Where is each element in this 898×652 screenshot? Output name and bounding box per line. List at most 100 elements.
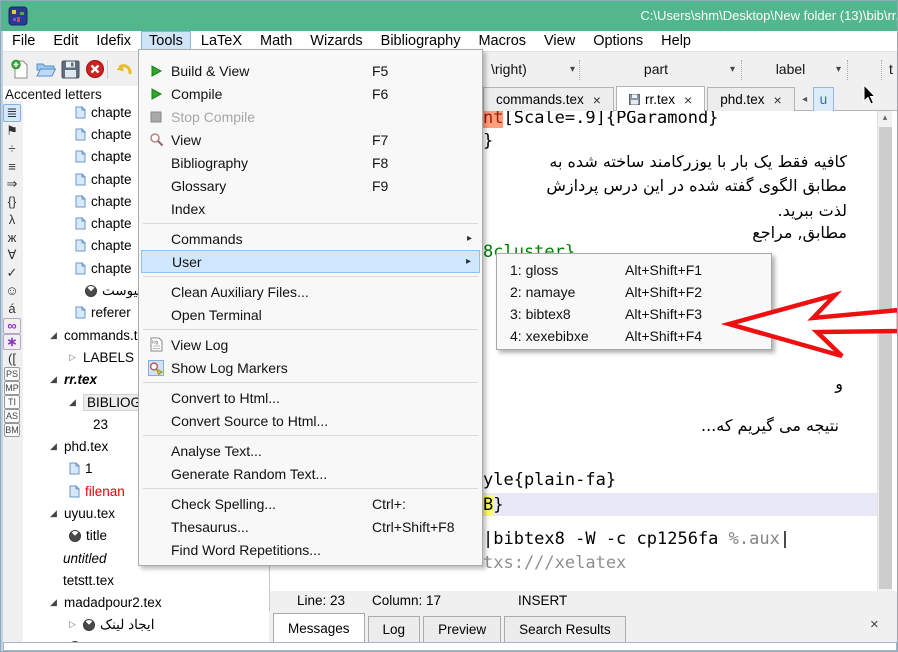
expanded-arrow-icon[interactable]: ◢ xyxy=(69,397,83,408)
menu-options[interactable]: Options xyxy=(585,31,651,51)
output-tab-log[interactable]: Log xyxy=(368,616,421,642)
panel-tab-math-operators-icon[interactable]: ÷ xyxy=(3,140,21,158)
panel-tab-misc-math-icon[interactable]: ∀ xyxy=(3,246,21,264)
save-file-button[interactable] xyxy=(59,58,81,80)
file-icon xyxy=(75,306,86,319)
tree-item-tetstt-tex[interactable]: tetstt.tex xyxy=(23,569,269,591)
scrollbar-thumb[interactable] xyxy=(879,127,892,589)
expanded-arrow-icon[interactable]: ◢ xyxy=(50,374,64,385)
menu-item-check-spelling[interactable]: Check Spelling...Ctrl+: xyxy=(141,492,480,515)
tab-close-icon[interactable]: × xyxy=(684,92,692,108)
menu-bibliography[interactable]: Bibliography xyxy=(373,31,469,51)
submenu-item-2-namaye[interactable]: 2: namayeAlt+Shift+F2 xyxy=(497,281,771,303)
panel-close-icon[interactable]: × xyxy=(870,616,879,633)
combo-right[interactable]: \right)▾ xyxy=(487,57,579,81)
menu-view[interactable]: View xyxy=(536,31,583,51)
menu-item-convert-source-to-html[interactable]: Convert Source to Html... xyxy=(141,409,480,432)
tree-item-item[interactable]: ▷ایجاد لینک xyxy=(23,614,269,636)
tab-rr-tex[interactable]: rr.tex× xyxy=(616,86,705,112)
menu-item-bibliography[interactable]: BibliographyF8 xyxy=(141,151,480,174)
menu-separator xyxy=(143,435,478,436)
output-tab-preview[interactable]: Preview xyxy=(423,616,501,642)
combo-part[interactable]: part▾ xyxy=(582,57,739,81)
tab-scroll-left-icon[interactable]: ◂ xyxy=(797,87,813,111)
tab-commands-tex[interactable]: commands.tex× xyxy=(483,87,614,111)
panel-tab-misc-symbols-icon[interactable]: ✓ xyxy=(3,264,21,282)
undo-button[interactable] xyxy=(113,58,135,80)
panel-tab-cyrillic-letters-icon[interactable]: ж xyxy=(3,229,21,247)
panel-tab-misc-text-icon[interactable]: ☺ xyxy=(3,282,21,300)
collapsed-arrow-icon[interactable]: ▷ xyxy=(69,619,83,630)
expanded-arrow-icon[interactable]: ◢ xyxy=(50,597,64,608)
panel-tab-delimiters-icon[interactable]: {} xyxy=(3,193,21,211)
menu-tools[interactable]: Tools xyxy=(141,31,191,51)
menu-item-generate-random-text[interactable]: Generate Random Text... xyxy=(141,462,480,485)
menu-item-view[interactable]: ViewF7 xyxy=(141,128,480,151)
menu-item-index[interactable]: Index xyxy=(141,197,480,220)
titlebar[interactable]: C:\Users\shm\Desktop\New folder (13)\bib… xyxy=(1,1,898,31)
output-panel-tabs: MessagesLogPreviewSearch Results xyxy=(269,611,898,642)
menu-item-find-word-repetitions[interactable]: Find Word Repetitions... xyxy=(141,538,480,561)
panel-tab-metapost-icon[interactable]: MP xyxy=(4,381,20,395)
new-document-button[interactable] xyxy=(9,58,31,80)
panel-tab-tikz-icon[interactable]: TI xyxy=(4,395,20,409)
chevron-down-icon: ▾ xyxy=(832,64,845,75)
editor-scrollbar[interactable]: ▴ ▾ xyxy=(877,111,892,608)
panel-tab-structure-icon[interactable]: ≣ xyxy=(3,104,21,122)
menu-shortcut: F7 xyxy=(372,132,388,148)
panel-tab-accented-letters-icon[interactable]: á xyxy=(3,300,21,318)
panel-tab-pstricks-icon[interactable]: PS xyxy=(4,367,20,381)
open-file-button[interactable] xyxy=(34,58,56,80)
panel-tab-left-delimiters-icon[interactable]: ([ xyxy=(3,350,21,368)
menu-item-compile[interactable]: CompileF6 xyxy=(141,82,480,105)
menu-file[interactable]: File xyxy=(4,31,43,51)
panel-tab-beamer-icon[interactable]: BM xyxy=(4,423,20,437)
panel-tab-relations-icon[interactable]: ≡ xyxy=(3,157,21,175)
tab-phd-tex[interactable]: phd.tex× xyxy=(707,87,794,111)
menu-item-thesaurus[interactable]: Thesaurus...Ctrl+Shift+F8 xyxy=(141,515,480,538)
menu-macros[interactable]: Macros xyxy=(470,31,534,51)
messages-panel[interactable] xyxy=(3,642,897,651)
menu-idefix[interactable]: Idefix xyxy=(88,31,139,51)
menu-item-commands[interactable]: Commands▸ xyxy=(141,227,480,250)
menu-item-show-log-markers[interactable]: Show Log Markers xyxy=(141,356,480,379)
menu-item-view-log[interactable]: logView Log xyxy=(141,333,480,356)
menu-item-label: Commands xyxy=(171,231,243,247)
close-file-button[interactable] xyxy=(84,58,106,80)
menu-item-convert-to-html[interactable]: Convert to Html... xyxy=(141,386,480,409)
menu-math[interactable]: Math xyxy=(252,31,300,51)
expanded-arrow-icon[interactable]: ◢ xyxy=(50,508,64,519)
panel-tab-unicode-math-icon[interactable]: ∞ xyxy=(3,318,21,334)
menu-item-clean-auxiliary-files[interactable]: Clean Auxiliary Files... xyxy=(141,280,480,303)
expanded-arrow-icon[interactable]: ◢ xyxy=(50,441,64,452)
expanded-arrow-icon[interactable]: ◢ xyxy=(50,330,64,341)
menu-edit[interactable]: Edit xyxy=(45,31,86,51)
panel-tab-greek-letters-icon[interactable]: λ xyxy=(3,211,21,229)
menu-item-analyse-text[interactable]: Analyse Text... xyxy=(141,439,480,462)
menu-latex[interactable]: LaTeX xyxy=(193,31,250,51)
tree-item-madadpour2-tex[interactable]: ◢madadpour2.tex xyxy=(23,592,269,614)
panel-header[interactable]: Accented letters xyxy=(5,87,102,102)
menu-item-user[interactable]: User▸ xyxy=(141,250,480,273)
tab-close-icon[interactable]: × xyxy=(593,92,601,108)
panel-tab-unicode-symbols-icon[interactable]: ∗ xyxy=(3,334,21,350)
panel-tab-asymptote-icon[interactable]: AS xyxy=(4,409,20,423)
collapsed-arrow-icon[interactable]: ▷ xyxy=(69,352,83,363)
combo-label[interactable]: label▾ xyxy=(745,57,845,81)
menu-wizards[interactable]: Wizards xyxy=(302,31,370,51)
menu-help[interactable]: Help xyxy=(653,31,699,51)
panel-tab-arrows-icon[interactable]: ⇒ xyxy=(3,175,21,193)
tab-u[interactable]: u xyxy=(813,87,835,111)
tab-close-icon[interactable]: × xyxy=(773,92,781,108)
menu-item-glossary[interactable]: GlossaryF9 xyxy=(141,174,480,197)
menu-item-open-terminal[interactable]: Open Terminal xyxy=(141,303,480,326)
submenu-item-1-gloss[interactable]: 1: glossAlt+Shift+F1 xyxy=(497,259,771,281)
submenu-item-3-bibtex8[interactable]: 3: bibtex8Alt+Shift+F3 xyxy=(497,303,771,325)
menu-item-label: Index xyxy=(171,201,205,217)
panel-tab-bookmarks-icon[interactable]: ⚑ xyxy=(3,122,21,140)
output-tab-messages[interactable]: Messages xyxy=(273,613,365,642)
output-tab-search-results[interactable]: Search Results xyxy=(504,616,626,642)
submenu-item-4-xexebibxe[interactable]: 4: xexebibxeAlt+Shift+F4 xyxy=(497,325,771,347)
scroll-up-icon[interactable]: ▴ xyxy=(878,112,892,123)
menu-item-build-view[interactable]: Build & ViewF5 xyxy=(141,59,480,82)
